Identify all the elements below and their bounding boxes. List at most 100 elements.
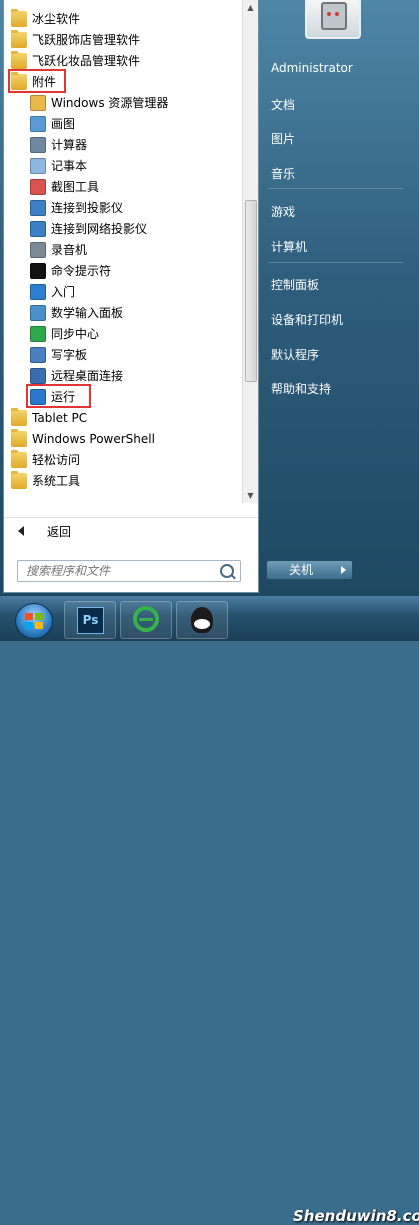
shutdown-button[interactable]: 关机 [266, 560, 336, 580]
remote-desktop-icon [30, 367, 46, 384]
program-item-label: Tablet PC [32, 410, 88, 425]
sync-center-icon [30, 325, 46, 342]
program-item-label: 冰尘软件 [32, 12, 81, 26]
command-prompt-icon [30, 262, 46, 279]
calculator-icon [30, 136, 46, 153]
taskbar-browser[interactable] [120, 601, 172, 639]
taskbar-photoshop[interactable]: Ps [64, 601, 116, 639]
back-arrow-icon [18, 526, 24, 536]
folder-icon [11, 470, 27, 489]
scroll-up-arrow-icon[interactable]: ▲ [243, 0, 258, 15]
link-pictures[interactable]: 图片 [271, 130, 295, 147]
program-item-label: 数学输入面板 [51, 306, 124, 320]
user-name[interactable]: Administrator [271, 61, 353, 75]
link-default-programs[interactable]: 默认程序 [271, 346, 319, 363]
program-item-label: 写字板 [51, 348, 88, 362]
taskbar: Ps Shenduwin8.com [0, 596, 419, 1225]
program-item-label: 记事本 [51, 159, 88, 173]
program-list: 冰尘软件 飞跃服饰店管理软件 飞跃化妆品管理软件 附件 Windows 资源管理器 画图计… [4, 0, 242, 503]
program-item-label: 录音机 [51, 243, 88, 257]
program-item-label: Windows 资源管理器 [51, 96, 169, 110]
program-item[interactable]: 同步中心 [30, 323, 99, 344]
program-item-label: 远程桌面连接 [51, 369, 124, 383]
program-item-label: 连接到投影仪 [51, 201, 124, 215]
link-computer[interactable]: 计算机 [271, 238, 307, 255]
projector-icon [30, 199, 46, 216]
program-item[interactable]: 连接到投影仪 [30, 197, 123, 218]
link-control-panel[interactable]: 控制面板 [271, 276, 319, 293]
program-item-label: 计算器 [51, 138, 88, 152]
program-list-scrollbar[interactable]: ▲ ▼ [242, 0, 258, 503]
program-item-label: Windows PowerShell [32, 431, 155, 446]
program-item-label: 连接到网络投影仪 [51, 222, 148, 236]
folder-icon [11, 8, 27, 27]
program-item-label: 截图工具 [51, 180, 100, 194]
windows-logo-icon [15, 603, 53, 639]
program-item-label: 画图 [51, 117, 76, 131]
taskbar-qq[interactable] [176, 601, 228, 639]
user-avatar[interactable] [305, 0, 361, 39]
program-item[interactable]: 飞跃服饰店管理软件 [11, 29, 140, 50]
start-menu-left-pane: 冰尘软件 飞跃服饰店管理软件 飞跃化妆品管理软件 附件 Windows 资源管理器 画图计… [3, 0, 259, 593]
back-label: 返回 [47, 525, 72, 539]
program-item[interactable]: Tablet PC [11, 407, 87, 428]
program-item[interactable]: 入门 [30, 281, 75, 302]
program-item[interactable]: 轻松访问 [11, 449, 80, 470]
program-item[interactable]: 系统工具 [11, 470, 80, 491]
program-item[interactable]: 录音机 [30, 239, 87, 260]
folder-icon [11, 29, 27, 48]
snipping-tool-icon [30, 178, 46, 195]
program-item-label: 入门 [51, 285, 76, 299]
program-item-label: 系统工具 [32, 474, 81, 488]
explorer-icon [30, 94, 46, 111]
search-box[interactable] [17, 560, 241, 582]
link-music[interactable]: 音乐 [271, 165, 295, 182]
search-icon[interactable] [220, 564, 234, 578]
program-item[interactable]: 飞跃化妆品管理软件 [11, 50, 140, 71]
program-item[interactable]: Windows PowerShell [11, 428, 155, 449]
qq-penguin-icon [191, 607, 213, 633]
notepad-icon [30, 157, 46, 174]
program-item[interactable]: 记事本 [30, 155, 87, 176]
program-item[interactable]: 命令提示符 [30, 260, 111, 281]
program-item[interactable]: 远程桌面连接 [30, 365, 123, 386]
program-item[interactable]: 计算器 [30, 134, 87, 155]
program-item[interactable]: Windows 资源管理器 [30, 92, 168, 113]
start-button[interactable] [6, 599, 60, 639]
link-documents[interactable]: 文档 [271, 96, 295, 113]
link-devices-printers[interactable]: 设备和打印机 [271, 311, 343, 328]
watermark: Shenduwin8.com [293, 1207, 419, 1225]
program-item-label: 同步中心 [51, 327, 100, 341]
right-pane-separator [268, 188, 403, 189]
paint-icon [30, 115, 46, 132]
folder-icon [11, 428, 27, 447]
wordpad-icon [30, 346, 46, 363]
program-item[interactable]: 写字板 [30, 344, 87, 365]
search-input[interactable] [24, 563, 216, 579]
program-item[interactable]: 数学输入面板 [30, 302, 123, 323]
browser-icon [133, 606, 159, 632]
math-input-icon [30, 304, 46, 321]
start-menu: 冰尘软件 飞跃服饰店管理软件 飞跃化妆品管理软件 附件 Windows 资源管理器 画图计… [0, 0, 419, 596]
program-item-label: 飞跃化妆品管理软件 [32, 54, 141, 68]
microphone-icon [30, 241, 46, 258]
link-games[interactable]: 游戏 [271, 203, 295, 220]
shutdown-options-arrow-icon[interactable] [334, 560, 353, 580]
right-pane-separator [268, 262, 403, 263]
avatar-robot-icon [321, 2, 347, 30]
program-item[interactable]: 冰尘软件 [11, 8, 80, 29]
back-button[interactable]: 返回 [4, 517, 258, 544]
highlight-box [8, 69, 66, 93]
scrollbar-thumb[interactable] [245, 200, 257, 382]
program-item[interactable]: 画图 [30, 113, 75, 134]
program-item-label: 轻松访问 [32, 453, 81, 467]
getting-started-icon [30, 283, 46, 300]
program-item[interactable]: 截图工具 [30, 176, 99, 197]
folder-icon [11, 449, 27, 468]
link-help-support[interactable]: 帮助和支持 [271, 380, 331, 397]
highlight-box [26, 384, 91, 408]
program-item[interactable]: 连接到网络投影仪 [30, 218, 147, 239]
scroll-down-arrow-icon[interactable]: ▼ [243, 488, 258, 503]
program-item-label: 命令提示符 [51, 264, 112, 278]
folder-icon [11, 407, 27, 426]
